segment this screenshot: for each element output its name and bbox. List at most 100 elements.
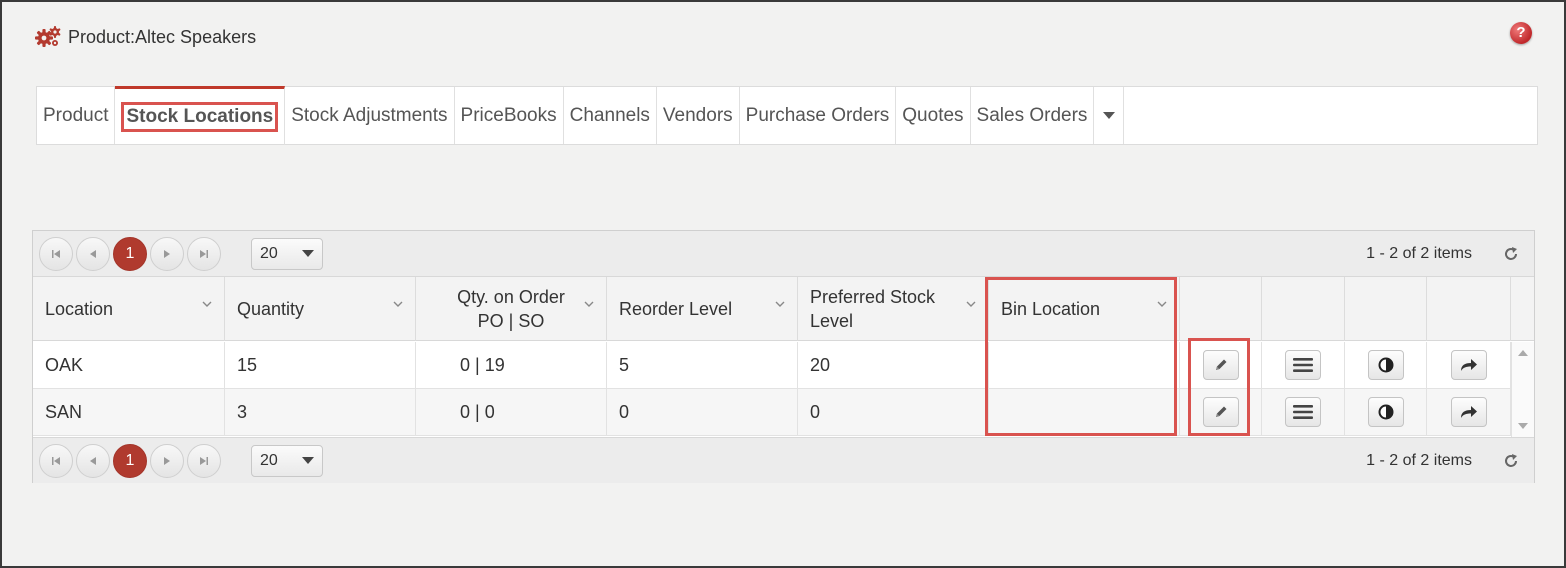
share-button[interactable] bbox=[1450, 397, 1487, 427]
prev-page-icon bbox=[90, 249, 96, 258]
cell-edit bbox=[1180, 342, 1262, 388]
share-icon bbox=[1460, 406, 1477, 418]
last-page-button[interactable] bbox=[187, 236, 221, 271]
edit-button[interactable] bbox=[1202, 350, 1239, 380]
column-header-share bbox=[1427, 277, 1511, 341]
page-size-select[interactable]: 20 bbox=[251, 237, 323, 270]
cell-bin-location[interactable] bbox=[989, 389, 1180, 435]
chevron-down-icon bbox=[584, 301, 594, 307]
contrast-icon bbox=[1378, 357, 1393, 373]
table-row: OAK 15 0 | 19 5 20 bbox=[33, 342, 1511, 389]
caret-down-icon bbox=[302, 250, 314, 257]
cell-toggle bbox=[1345, 342, 1427, 388]
details-button[interactable] bbox=[1285, 350, 1321, 380]
table-header: Location Quantity Qty. on Order PO | SO … bbox=[33, 277, 1534, 341]
first-page-icon bbox=[52, 249, 60, 258]
tab-vendors[interactable]: Vendors bbox=[657, 87, 740, 144]
tab-stock-adjustments[interactable]: Stock Adjustments bbox=[285, 87, 455, 144]
help-icon[interactable]: ? bbox=[1510, 22, 1532, 44]
next-page-button[interactable] bbox=[150, 236, 184, 271]
chevron-down-icon bbox=[775, 301, 785, 307]
current-page-button[interactable]: 1 bbox=[113, 443, 147, 478]
pencil-icon bbox=[1215, 359, 1226, 370]
details-button[interactable] bbox=[1285, 397, 1321, 427]
page-header: Product:Altec Speakers bbox=[34, 24, 256, 50]
first-page-button[interactable] bbox=[39, 236, 73, 271]
prev-page-button[interactable] bbox=[76, 443, 110, 478]
last-page-button[interactable] bbox=[187, 443, 221, 478]
column-header-reorder-level[interactable]: Reorder Level bbox=[607, 277, 798, 341]
cell-edit bbox=[1180, 389, 1262, 435]
pencil-icon bbox=[1215, 406, 1226, 417]
gears-icon bbox=[35, 26, 61, 47]
cell-quantity: 15 bbox=[225, 342, 416, 388]
toggle-button[interactable] bbox=[1367, 350, 1404, 380]
cell-qty-on-order: 0 | 0 bbox=[416, 389, 607, 435]
cell-details bbox=[1262, 389, 1345, 435]
cell-quantity: 3 bbox=[225, 389, 416, 435]
stock-locations-grid: 1 20 1 - 2 of 2 items Location Quantity … bbox=[32, 230, 1535, 483]
cell-preferred-stock-level: 20 bbox=[798, 342, 989, 388]
page-title: Product:Altec Speakers bbox=[68, 26, 257, 47]
first-page-button[interactable] bbox=[39, 443, 73, 478]
column-header-quantity[interactable]: Quantity bbox=[225, 277, 416, 341]
page-size-value: 20 bbox=[260, 244, 278, 262]
menu-icon bbox=[1293, 358, 1313, 372]
first-page-icon bbox=[52, 456, 60, 465]
cell-details bbox=[1262, 342, 1345, 388]
cell-reorder-level: 5 bbox=[607, 342, 798, 388]
edit-button[interactable] bbox=[1202, 397, 1239, 427]
next-page-button[interactable] bbox=[150, 443, 184, 478]
share-button[interactable] bbox=[1450, 350, 1487, 380]
cell-share bbox=[1427, 342, 1511, 388]
tab-sales-orders[interactable]: Sales Orders bbox=[971, 87, 1095, 144]
menu-icon bbox=[1293, 405, 1313, 419]
chevron-down-icon bbox=[202, 301, 212, 307]
table-row: SAN 3 0 | 0 0 0 bbox=[33, 389, 1511, 436]
scroll-down-icon[interactable] bbox=[1518, 423, 1528, 429]
cell-share bbox=[1427, 389, 1511, 435]
last-page-icon bbox=[200, 249, 208, 258]
pager-top: 1 20 1 - 2 of 2 items bbox=[33, 231, 1534, 277]
refresh-icon[interactable] bbox=[1502, 452, 1520, 470]
pager-info: 1 - 2 of 2 items bbox=[1366, 244, 1472, 262]
cell-toggle bbox=[1345, 389, 1427, 435]
app-window: Product:Altec Speakers ? Product Stock L… bbox=[0, 0, 1566, 568]
tab-bar: Product Stock Locations Stock Adjustment… bbox=[36, 86, 1538, 145]
column-header-bin-location[interactable]: Bin Location bbox=[989, 277, 1180, 341]
next-page-icon bbox=[164, 249, 170, 258]
tab-quotes[interactable]: Quotes bbox=[896, 87, 971, 144]
tab-pricebooks[interactable]: PriceBooks bbox=[455, 87, 564, 144]
scroll-up-icon[interactable] bbox=[1518, 350, 1528, 356]
tabs-more-dropdown[interactable] bbox=[1094, 87, 1125, 144]
cell-location: OAK bbox=[33, 342, 225, 388]
contrast-icon bbox=[1378, 404, 1393, 420]
tab-purchase-orders[interactable]: Purchase Orders bbox=[740, 87, 897, 144]
chevron-down-icon bbox=[393, 301, 403, 307]
column-header-preferred-stock-level[interactable]: Preferred Stock Level bbox=[798, 277, 989, 341]
cell-bin-location[interactable] bbox=[989, 342, 1180, 388]
prev-page-icon bbox=[90, 456, 96, 465]
page-size-value: 20 bbox=[260, 451, 278, 469]
toggle-button[interactable] bbox=[1367, 397, 1404, 427]
next-page-icon bbox=[164, 456, 170, 465]
tab-product[interactable]: Product bbox=[37, 87, 116, 144]
chevron-down-icon bbox=[966, 301, 976, 307]
current-page-button[interactable]: 1 bbox=[113, 236, 147, 271]
vertical-scrollbar[interactable] bbox=[1511, 342, 1534, 437]
caret-down-icon bbox=[1102, 112, 1115, 119]
refresh-icon[interactable] bbox=[1502, 245, 1520, 263]
prev-page-button[interactable] bbox=[76, 236, 110, 271]
column-header-toggle bbox=[1345, 277, 1427, 341]
share-icon bbox=[1460, 359, 1477, 371]
cell-preferred-stock-level: 0 bbox=[798, 389, 989, 435]
column-header-location[interactable]: Location bbox=[33, 277, 225, 341]
column-header-qty-on-order[interactable]: Qty. on Order PO | SO bbox=[416, 277, 607, 341]
last-page-icon bbox=[200, 456, 208, 465]
cell-reorder-level: 0 bbox=[607, 389, 798, 435]
tab-channels[interactable]: Channels bbox=[564, 87, 657, 144]
page-size-select[interactable]: 20 bbox=[251, 444, 323, 477]
tab-stock-locations[interactable]: Stock Locations bbox=[115, 86, 286, 145]
cell-qty-on-order: 0 | 19 bbox=[416, 342, 607, 388]
column-header-edit bbox=[1180, 277, 1262, 341]
